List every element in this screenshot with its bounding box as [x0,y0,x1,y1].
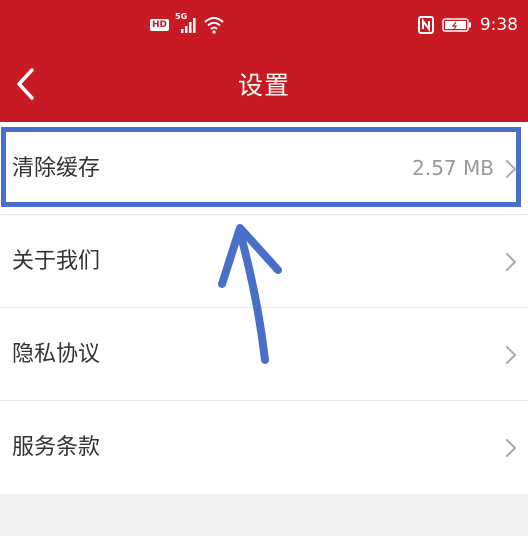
cache-size-value: 2.57 MB [412,156,494,180]
settings-list: 清除缓存 2.57 MB 关于我们 隐私协议 服务条款 [0,122,528,494]
nfc-icon [417,16,434,34]
status-right: 9:38 [417,13,518,37]
navigation-bar: 设置 [0,50,528,122]
back-button[interactable] [8,64,42,104]
chevron-right-icon [506,253,516,271]
status-indicators: HD 5G [150,12,225,36]
settings-item-clear-cache[interactable]: 清除缓存 2.57 MB [0,122,528,215]
header: HD 5G 9:38 设置 [0,0,528,122]
wifi-icon [203,16,225,34]
settings-item-about-us[interactable]: 关于我们 [0,215,528,308]
settings-item-privacy-policy[interactable]: 隐私协议 [0,308,528,401]
status-time: 9:38 [479,15,518,35]
settings-item-label: 关于我们 [12,249,101,274]
settings-item-label: 清除缓存 [12,156,101,181]
settings-item-terms-of-service[interactable]: 服务条款 [0,401,528,494]
chevron-left-icon [17,68,34,100]
hd-badge: HD [150,19,170,31]
settings-item-label: 隐私协议 [12,342,101,367]
status-bar: HD 5G 9:38 [0,0,528,50]
battery-icon [442,17,472,33]
settings-item-label: 服务条款 [12,435,101,460]
page-title: 设置 [237,71,290,100]
chevron-right-icon [506,346,516,364]
signal-icon: 5G [175,12,197,34]
chevron-right-icon [506,160,516,178]
chevron-right-icon [506,439,516,457]
